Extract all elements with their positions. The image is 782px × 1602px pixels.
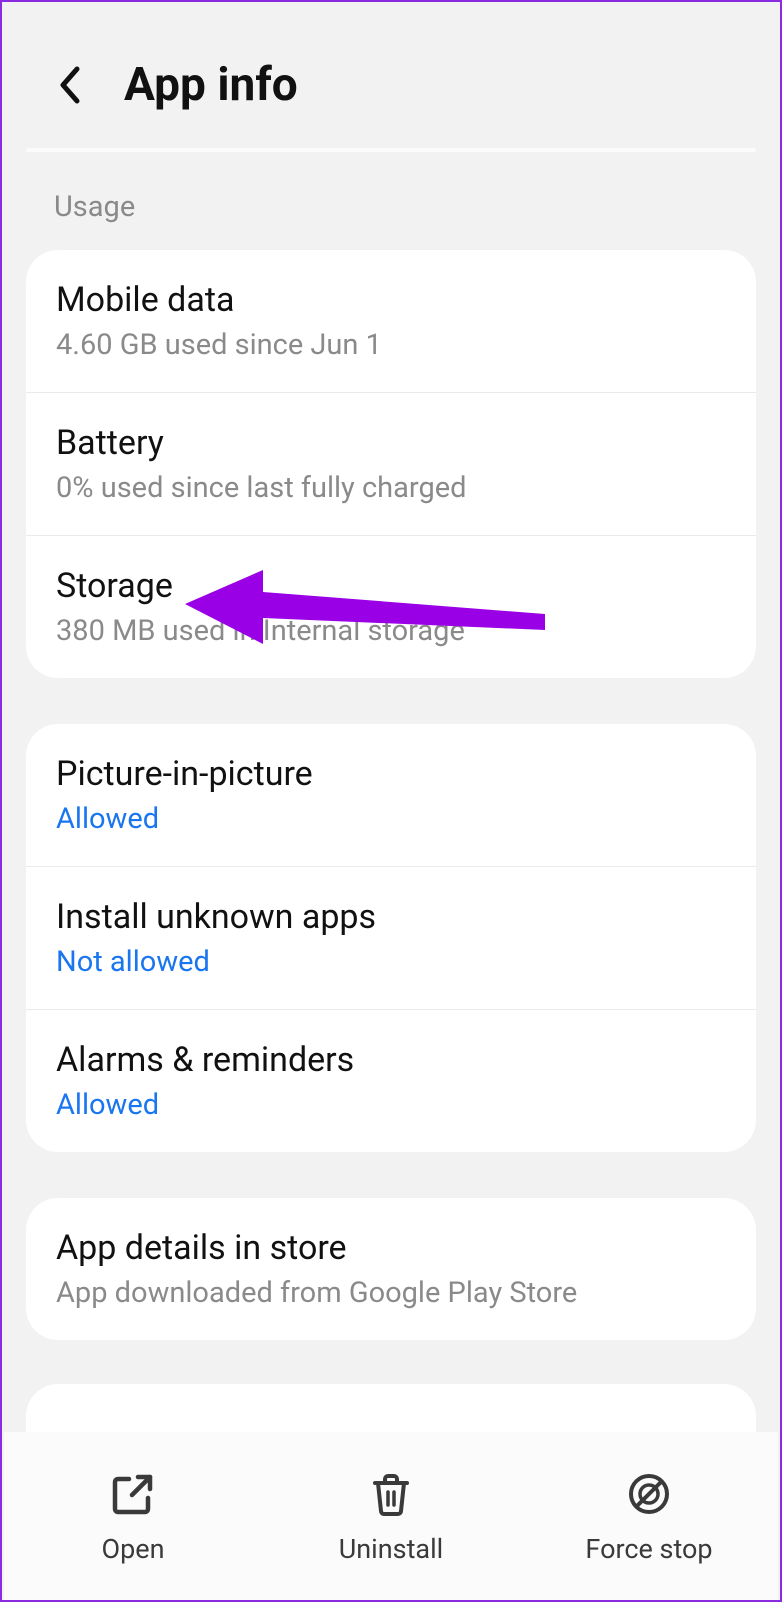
row-sub: App downloaded from Google Play Store <box>56 1276 726 1310</box>
row-mobile-data[interactable]: Mobile data 4.60 GB used since Jun 1 <box>26 250 756 392</box>
row-app-details-store[interactable]: App details in store App downloaded from… <box>26 1198 756 1340</box>
header: App info <box>2 2 780 148</box>
row-sub: 380 MB used in Internal storage <box>56 614 726 648</box>
section-label-usage: Usage <box>2 156 780 250</box>
force-stop-button[interactable]: Force stop <box>520 1432 778 1600</box>
row-title: Battery <box>56 423 726 463</box>
open-icon <box>106 1467 160 1521</box>
row-title: Mobile data <box>56 280 726 320</box>
row-sub: Allowed <box>56 802 726 836</box>
card-permissions: Picture-in-picture Allowed Install unkno… <box>26 724 756 1152</box>
row-storage[interactable]: Storage 380 MB used in Internal storage <box>26 535 756 678</box>
row-install-unknown[interactable]: Install unknown apps Not allowed <box>26 866 756 1009</box>
row-title: Install unknown apps <box>56 897 726 937</box>
card-partial <box>26 1384 756 1436</box>
uninstall-button[interactable]: Uninstall <box>262 1432 520 1600</box>
row-alarms[interactable]: Alarms & reminders Allowed <box>26 1009 756 1152</box>
row-title: Alarms & reminders <box>56 1040 726 1080</box>
trash-icon <box>364 1467 418 1521</box>
row-pip[interactable]: Picture-in-picture Allowed <box>26 724 756 866</box>
back-icon[interactable] <box>54 61 84 109</box>
row-title: Storage <box>56 566 726 606</box>
row-title: App details in store <box>56 1228 726 1268</box>
row-sub: Allowed <box>56 1088 726 1122</box>
header-divider <box>26 148 756 152</box>
uninstall-label: Uninstall <box>339 1533 443 1565</box>
page-title: App info <box>124 58 298 112</box>
row-sub: Not allowed <box>56 945 726 979</box>
force-stop-label: Force stop <box>585 1533 712 1565</box>
open-label: Open <box>102 1533 165 1565</box>
card-store: App details in store App downloaded from… <box>26 1198 756 1340</box>
row-sub: 4.60 GB used since Jun 1 <box>56 328 726 362</box>
bottom-bar: Open Uninstall Force stop <box>4 1432 778 1600</box>
open-button[interactable]: Open <box>4 1432 262 1600</box>
card-usage: Mobile data 4.60 GB used since Jun 1 Bat… <box>26 250 756 678</box>
row-sub: 0% used since last fully charged <box>56 471 726 505</box>
stop-icon <box>622 1467 676 1521</box>
row-title: Picture-in-picture <box>56 754 726 794</box>
row-battery[interactable]: Battery 0% used since last fully charged <box>26 392 756 535</box>
